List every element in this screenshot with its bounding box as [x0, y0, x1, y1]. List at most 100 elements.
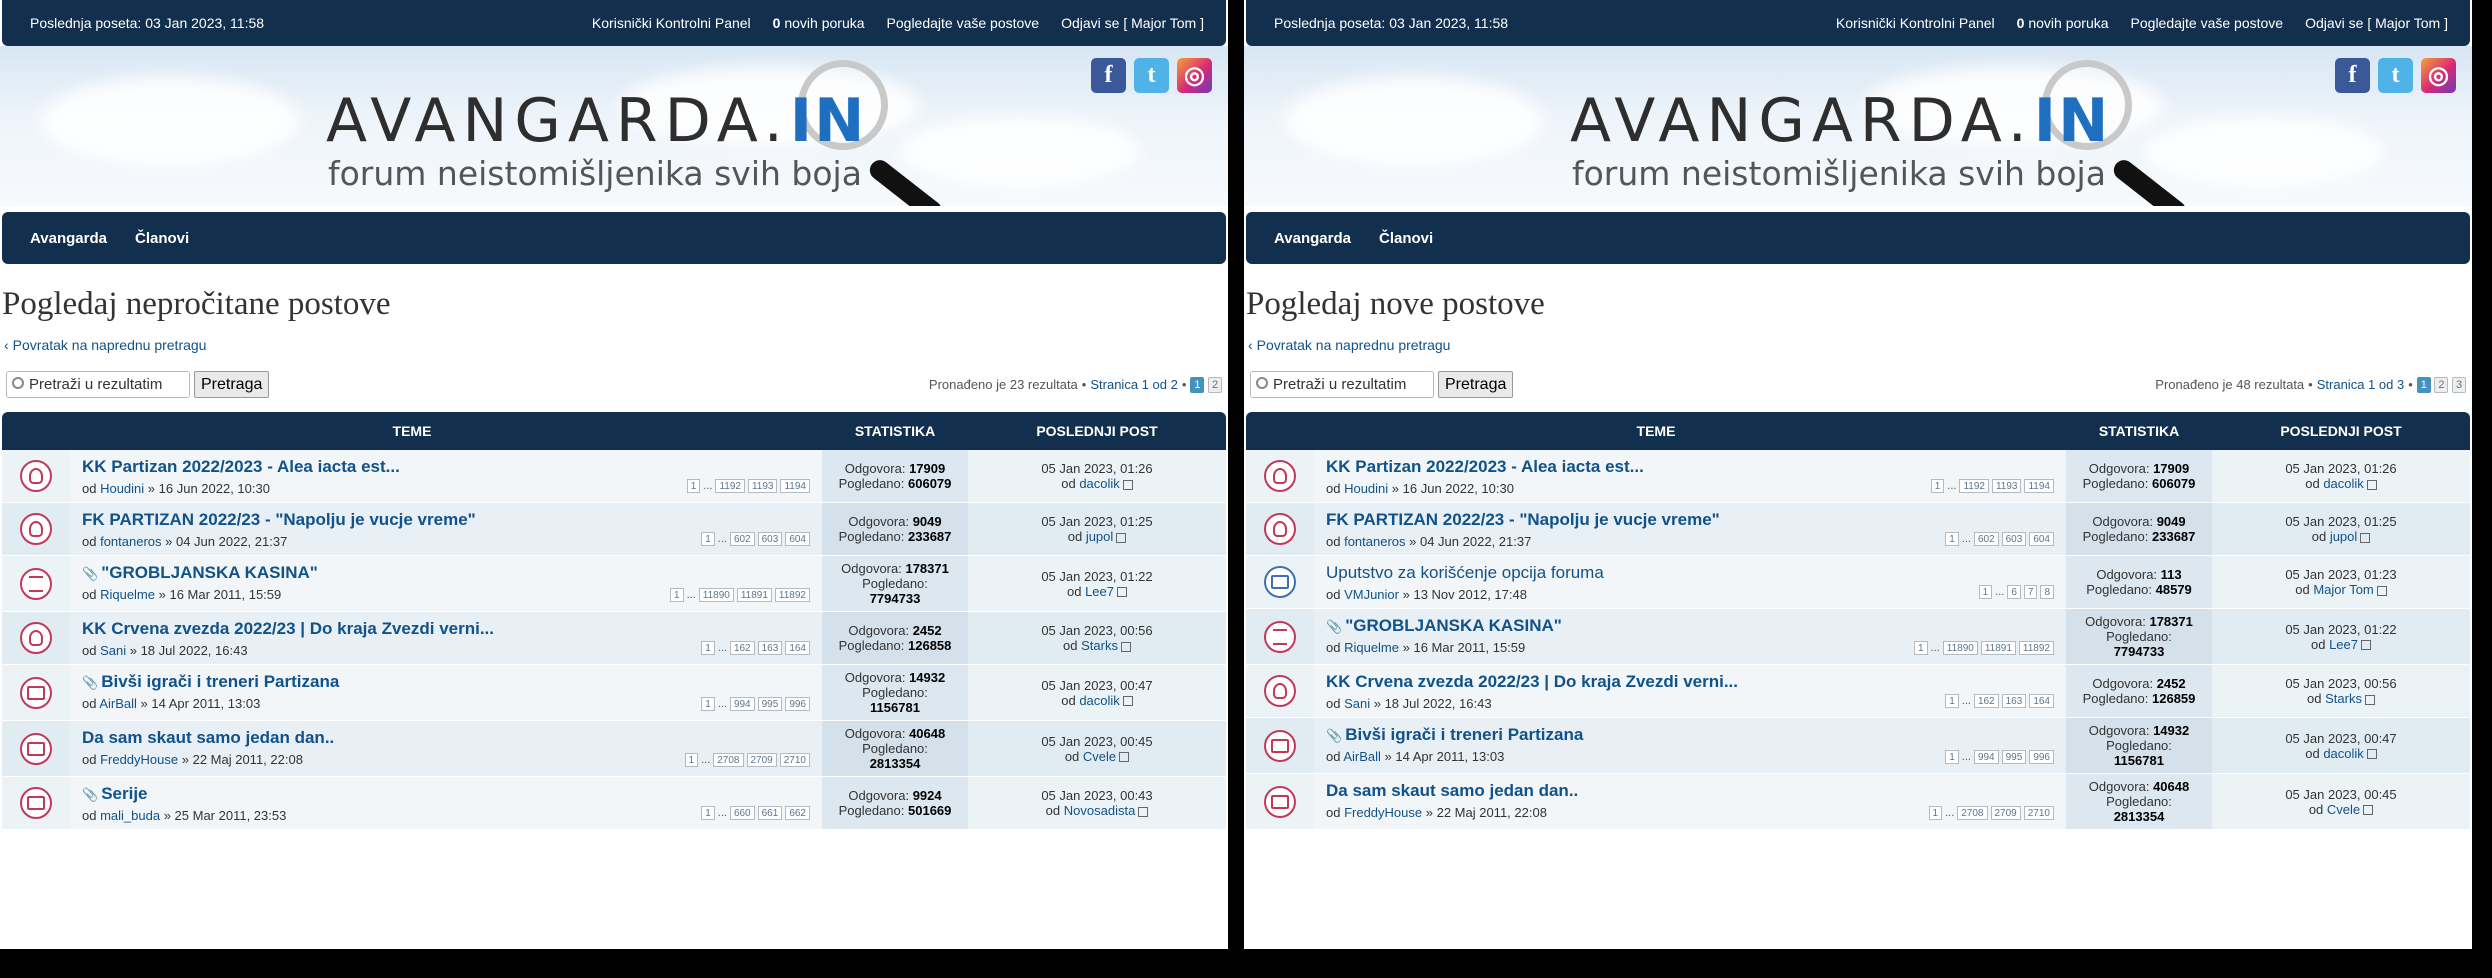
nav-members[interactable]: Članovi	[1379, 230, 1433, 247]
topic-page-link[interactable]: 1	[1945, 694, 1959, 708]
goto-last-post-icon[interactable]	[2363, 805, 2374, 816]
topic-page-link[interactable]: 163	[2001, 694, 2027, 708]
topic-title-link[interactable]: Da sam skaut samo jedan dan..	[82, 728, 814, 748]
topic-page-link[interactable]: 995	[757, 697, 783, 711]
goto-last-post-icon[interactable]	[1120, 641, 1131, 652]
goto-last-post-icon[interactable]	[2376, 585, 2387, 596]
topic-page-link[interactable]: 163	[757, 641, 783, 655]
nav-avangarda[interactable]: Avangarda	[30, 230, 107, 247]
back-to-search-link[interactable]: ‹ Povratak na naprednu pretragu	[1244, 323, 2472, 353]
topic-page-link[interactable]: 996	[785, 697, 810, 711]
search-button[interactable]: Pretraga	[194, 371, 270, 398]
topic-title-link[interactable]: KK Partizan 2022/2023 - Alea iacta est..…	[1326, 457, 2058, 477]
view-your-posts-link[interactable]: Pogledajte vaše postove	[2131, 15, 2284, 31]
topic-author-link[interactable]: fontaneros	[100, 534, 161, 549]
topic-title-link[interactable]: 📎 "GROBLJANSKA KASINA"	[82, 563, 814, 583]
last-post-author-link[interactable]: Major Tom	[2313, 582, 2373, 597]
topic-title-link[interactable]: KK Partizan 2022/2023 - Alea iacta est..…	[82, 457, 814, 477]
table-row[interactable]: 📎 Serije od mali_buda » 25 Mar 2011, 23:53…	[2, 777, 1226, 830]
topic-title-link[interactable]: 📎 Bivši igrači i treneri Partizana	[1326, 725, 2058, 745]
nav-avangarda[interactable]: Avangarda	[1274, 230, 1351, 247]
site-logo[interactable]: AVANGARDA.IN	[1570, 86, 2110, 156]
page-button-1[interactable]: 1	[1190, 377, 1205, 393]
topic-page-link[interactable]: 162	[729, 641, 755, 655]
topic-page-link[interactable]: 994	[1973, 750, 1999, 764]
topic-author-link[interactable]: AirBall	[99, 696, 137, 711]
topic-title-link[interactable]: Uputstvo za korišćenje opcija foruma	[1326, 563, 2058, 583]
table-row[interactable]: KK Partizan 2022/2023 - Alea iacta est..…	[1246, 450, 2470, 503]
topic-page-link[interactable]: 604	[2029, 532, 2054, 546]
topic-page-link[interactable]: 164	[785, 641, 810, 655]
goto-last-post-icon[interactable]	[1119, 752, 1130, 763]
topic-page-link[interactable]: 11891	[736, 588, 772, 602]
private-messages-link[interactable]: 0 novih poruka	[2017, 15, 2109, 31]
topic-author-link[interactable]: fontaneros	[1344, 534, 1405, 549]
topic-page-link[interactable]: 1	[1930, 479, 1945, 493]
goto-last-post-icon[interactable]	[1122, 479, 1133, 490]
topic-title-link[interactable]: FK PARTIZAN 2022/23 - "Napolju je vucje …	[1326, 510, 2058, 530]
search-results-input[interactable]: Pretraži u rezultatim	[6, 371, 190, 398]
topic-page-link[interactable]: 1	[1914, 641, 1928, 655]
topic-page-link[interactable]: 1	[701, 641, 715, 655]
logout-link[interactable]: Odjavi se [ Major Tom ]	[1061, 15, 1204, 31]
topic-author-link[interactable]: AirBall	[1343, 749, 1381, 764]
topic-page-link[interactable]: 1	[701, 806, 715, 820]
search-button[interactable]: Pretraga	[1438, 371, 1514, 398]
topic-title-link[interactable]: Da sam skaut samo jedan dan..	[1326, 781, 2058, 801]
topic-page-link[interactable]: 1192	[1959, 479, 1989, 493]
topic-title-link[interactable]: 📎 Serije	[82, 784, 814, 804]
goto-last-post-icon[interactable]	[2361, 640, 2371, 651]
goto-last-post-icon[interactable]	[2360, 532, 2371, 543]
goto-last-post-icon[interactable]	[1116, 532, 1127, 543]
topic-page-link[interactable]: 2708	[713, 753, 744, 767]
topic-page-link[interactable]: 2708	[1957, 806, 1988, 820]
topic-page-link[interactable]: 11890	[698, 588, 734, 602]
last-post-author-link[interactable]: jupol	[1086, 529, 1113, 544]
page-indicator[interactable]: Stranica 1 od 2	[1090, 377, 1177, 392]
facebook-icon[interactable]: f	[2335, 58, 2370, 93]
topic-page-link[interactable]: 995	[2001, 750, 2027, 764]
table-row[interactable]: 📎 "GROBLJANSKA KASINA" od Riquelme » 16 Ma…	[1246, 609, 2470, 665]
table-row[interactable]: KK Crvena zvezda 2022/23 | Do kraja Zvez…	[2, 612, 1226, 665]
last-post-author-link[interactable]: Starks	[2325, 691, 2362, 706]
goto-last-post-icon[interactable]	[1138, 806, 1149, 817]
topic-page-link[interactable]: 1	[1945, 532, 1959, 546]
topic-page-link[interactable]: 1194	[780, 479, 810, 493]
last-post-author-link[interactable]: dacolik	[2323, 476, 2363, 491]
table-row[interactable]: Da sam skaut samo jedan dan.. od FreddyHo…	[1246, 774, 2470, 830]
topic-page-link[interactable]: 2709	[746, 753, 777, 767]
goto-last-post-icon[interactable]	[2366, 479, 2377, 490]
topic-page-link[interactable]: 1193	[747, 479, 778, 493]
topic-author-link[interactable]: mali_buda	[100, 808, 160, 823]
topic-page-link[interactable]: 994	[729, 697, 755, 711]
page-button-2[interactable]: 2	[1208, 377, 1222, 393]
topic-page-link[interactable]: 11892	[2018, 641, 2054, 655]
last-post-author-link[interactable]: dacolik	[2323, 746, 2363, 761]
page-button-1[interactable]: 1	[2416, 377, 2431, 393]
topic-page-link[interactable]: 604	[785, 532, 810, 546]
topic-page-link[interactable]: 2710	[2023, 806, 2054, 820]
topic-title-link[interactable]: 📎 "GROBLJANSKA KASINA"	[1326, 616, 2058, 636]
topic-title-link[interactable]: FK PARTIZAN 2022/23 - "Napolju je vucje …	[82, 510, 814, 530]
topic-title-link[interactable]: KK Crvena zvezda 2022/23 | Do kraja Zvez…	[82, 619, 814, 639]
topic-author-link[interactable]: Houdini	[100, 481, 144, 496]
topic-title-link[interactable]: 📎 Bivši igrači i treneri Partizana	[82, 672, 814, 692]
last-post-author-link[interactable]: Novosadista	[1064, 803, 1136, 818]
search-results-input[interactable]: Pretraži u rezultatim	[1250, 371, 1434, 398]
topic-page-link[interactable]: 164	[2029, 694, 2054, 708]
table-row[interactable]: FK PARTIZAN 2022/23 - "Napolju je vucje …	[2, 503, 1226, 556]
ucp-link[interactable]: Korisnički Kontrolni Panel	[1836, 15, 1995, 31]
topic-page-link[interactable]: 1	[701, 697, 715, 711]
back-to-search-link[interactable]: ‹ Povratak na naprednu pretragu	[0, 323, 1228, 353]
table-row[interactable]: KK Partizan 2022/2023 - Alea iacta est..…	[2, 450, 1226, 503]
facebook-icon[interactable]: f	[1091, 58, 1126, 93]
instagram-icon[interactable]: ◎	[1177, 58, 1212, 93]
nav-members[interactable]: Članovi	[135, 230, 189, 247]
last-post-author-link[interactable]: Lee7	[2329, 637, 2358, 652]
table-row[interactable]: 📎 "GROBLJANSKA KASINA" od Riquelme » 16 Ma…	[2, 556, 1226, 612]
topic-author-link[interactable]: Riquelme	[1344, 640, 1399, 655]
topic-page-link[interactable]: 602	[729, 532, 755, 546]
table-row[interactable]: 📎 Bivši igrači i treneri Partizana od AirB…	[2, 665, 1226, 721]
instagram-icon[interactable]: ◎	[2421, 58, 2456, 93]
page-indicator[interactable]: Stranica 1 od 3	[2317, 377, 2404, 392]
